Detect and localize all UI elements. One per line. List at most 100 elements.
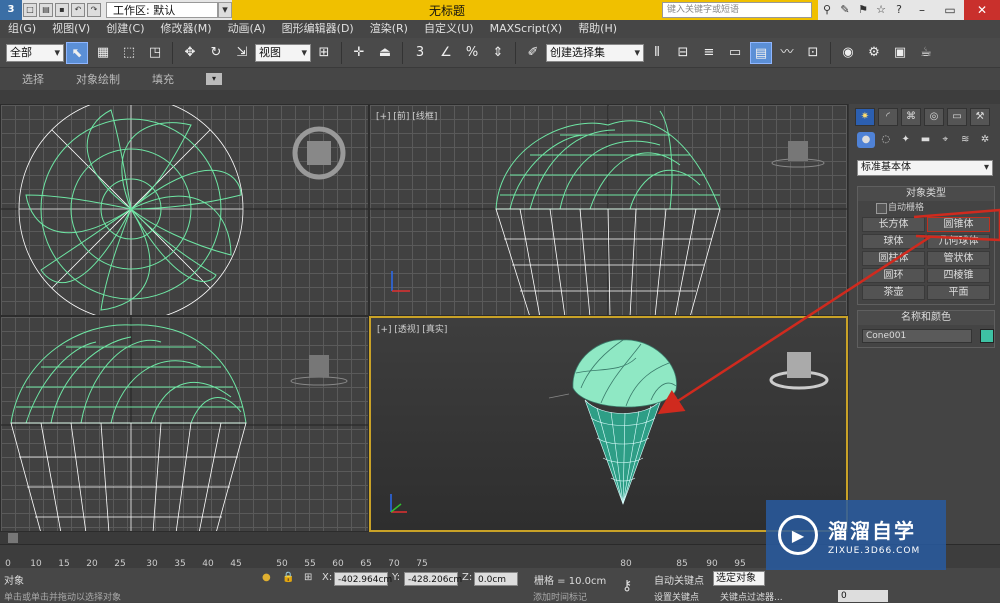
rotate-icon[interactable]: ↻ (205, 42, 227, 64)
reference-coord-select[interactable]: 视图 (255, 43, 311, 62)
x-coord-field[interactable]: -402.964cm (334, 572, 392, 586)
snap-toggle-icon[interactable]: 3 (409, 42, 431, 64)
close-button[interactable]: ✕ (964, 0, 1000, 20)
viewport-label[interactable]: [+] [前] [线框] (376, 109, 437, 122)
set-key-button[interactable]: 设置关键点 (654, 590, 699, 603)
curve-editor-icon[interactable]: 〰 (776, 42, 798, 64)
time-slider-thumb[interactable] (8, 533, 18, 543)
spacewarps-icon[interactable]: ≋ (956, 132, 974, 148)
menu-help[interactable]: 帮助(H) (570, 20, 625, 38)
utilities-tab-icon[interactable]: ⚒ (970, 108, 990, 126)
time-slider[interactable] (0, 532, 848, 544)
tools-icon[interactable]: ✎ (836, 2, 854, 18)
cone-button[interactable]: 圆锥体 (927, 217, 990, 232)
tube-button[interactable]: 管状体 (927, 251, 990, 266)
pyramid-button[interactable]: 四棱锥 (927, 268, 990, 283)
object-color-swatch[interactable] (980, 329, 994, 343)
ribbon-toggle-icon[interactable]: ▭ (724, 42, 746, 64)
selection-lock-icon[interactable]: 🔒 (282, 572, 294, 583)
new-file-icon[interactable]: □ (23, 3, 37, 17)
save-file-icon[interactable]: ▪ (55, 3, 69, 17)
y-coord-field[interactable]: -428.206cm (404, 572, 462, 586)
teapot-button[interactable]: 茶壶 (862, 285, 925, 300)
render-setup-icon[interactable]: ⚙ (863, 42, 885, 64)
hierarchy-tab-icon[interactable]: ⌘ (901, 108, 921, 126)
ribbon-tab-selection[interactable]: 选择 (22, 71, 44, 87)
autogrid-checkbox[interactable]: 自动栅格 (858, 201, 994, 215)
chevron-down-icon[interactable]: ▾ (206, 73, 222, 85)
rendered-frame-icon[interactable]: ▣ (889, 42, 911, 64)
ribbon-tab-populate[interactable]: 填充 (152, 71, 174, 87)
pivot-center-icon[interactable]: ⊞ (313, 42, 335, 64)
chevron-down-icon[interactable]: ▾ (218, 2, 232, 18)
move-icon[interactable]: ✥ (179, 42, 201, 64)
select-by-name-icon[interactable]: ▦ (92, 42, 114, 64)
menu-rendering[interactable]: 渲染(R) (362, 20, 416, 38)
cameras-icon[interactable]: ▬ (917, 132, 935, 148)
edit-named-sets-icon[interactable]: ✐ (522, 42, 544, 64)
undo-icon[interactable]: ↶ (71, 3, 85, 17)
helpers-icon[interactable]: ⌖ (936, 132, 954, 148)
layer-manager-icon[interactable]: ≡ (698, 42, 720, 64)
current-frame-field[interactable]: 0 (838, 590, 888, 602)
object-name-field[interactable]: Cone001 (862, 329, 972, 343)
menu-modifiers[interactable]: 修改器(M) (152, 20, 219, 38)
lock-icon[interactable]: ● (262, 572, 271, 583)
create-tab-icon[interactable]: ✷ (855, 108, 875, 126)
lights-icon[interactable]: ✦ (897, 132, 915, 148)
systems-icon[interactable]: ✲ (976, 132, 994, 148)
auto-key-button[interactable]: 自动关键点 (654, 572, 704, 587)
menu-group[interactable]: 组(G) (0, 20, 44, 38)
window-crossing-icon[interactable]: ◳ (144, 42, 166, 64)
rollout-title[interactable]: 名称和颜色 (858, 311, 994, 325)
torus-button[interactable]: 圆环 (862, 268, 925, 283)
maximize-button[interactable]: ▭ (936, 0, 964, 20)
key-icon[interactable]: ⚷ (622, 578, 632, 594)
menu-create[interactable]: 创建(C) (98, 20, 152, 38)
scene-explorer-icon[interactable]: ▤ (750, 41, 772, 64)
menu-graph-editors[interactable]: 图形编辑器(D) (274, 20, 362, 38)
menu-maxscript[interactable]: MAXScript(X) (482, 20, 571, 38)
spinner-snap-icon[interactable]: ⇕ (487, 42, 509, 64)
star-icon[interactable]: ☆ (872, 2, 890, 18)
motion-tab-icon[interactable]: ◎ (924, 108, 944, 126)
align-icon[interactable]: ⊟ (672, 42, 694, 64)
bookmark-icon[interactable]: ⚑ (854, 2, 872, 18)
viewport-top[interactable] (0, 104, 369, 316)
search-input[interactable]: 键入关键字或短语 (662, 2, 812, 18)
scale-icon[interactable]: ⇲ (231, 42, 253, 64)
absolute-mode-icon[interactable]: ⊞ (304, 572, 312, 583)
plane-button[interactable]: 平面 (927, 285, 990, 300)
percent-snap-icon[interactable]: % (461, 42, 483, 64)
menu-customize[interactable]: 自定义(U) (416, 20, 482, 38)
geosphere-button[interactable]: 几何球体 (927, 234, 990, 249)
select-object-icon[interactable]: ⬉ (66, 41, 88, 64)
named-selection-set-select[interactable]: 创建选择集 (546, 43, 644, 62)
add-time-tag[interactable]: 添加时间标记 (533, 590, 587, 603)
rectangle-region-icon[interactable]: ⬚ (118, 42, 140, 64)
category-select[interactable]: 标准基本体 (857, 160, 993, 176)
display-tab-icon[interactable]: ▭ (947, 108, 967, 126)
workspace-select[interactable]: 工作区: 默认 (106, 2, 218, 18)
open-file-icon[interactable]: ▤ (39, 3, 53, 17)
viewport-left[interactable] (0, 316, 369, 532)
binoculars-icon[interactable]: ⚲ (818, 2, 836, 18)
menu-animation[interactable]: 动画(A) (220, 20, 274, 38)
viewport-front[interactable]: [+] [前] [线框] (369, 104, 848, 316)
geometry-icon[interactable]: ● (857, 132, 875, 148)
material-editor-icon[interactable]: ◉ (837, 42, 859, 64)
rollout-title[interactable]: 对象类型 (858, 187, 994, 201)
app-logo-icon[interactable]: 3 (0, 0, 22, 20)
modify-tab-icon[interactable]: ◜ (878, 108, 898, 126)
select-manipulate-icon[interactable]: ✛ (348, 42, 370, 64)
box-button[interactable]: 长方体 (862, 217, 925, 232)
key-filters-button[interactable]: 关键点过滤器... (720, 590, 783, 603)
sphere-button[interactable]: 球体 (862, 234, 925, 249)
ribbon-tab-object-paint[interactable]: 对象绘制 (76, 71, 120, 87)
help-icon[interactable]: ? (890, 2, 908, 18)
minimize-button[interactable]: – (908, 0, 936, 20)
selected-set-select[interactable]: 选定对象 (713, 571, 765, 586)
keyboard-shortcut-icon[interactable]: ⏏ (374, 42, 396, 64)
angle-snap-icon[interactable]: ∠ (435, 42, 457, 64)
redo-icon[interactable]: ↷ (87, 3, 101, 17)
